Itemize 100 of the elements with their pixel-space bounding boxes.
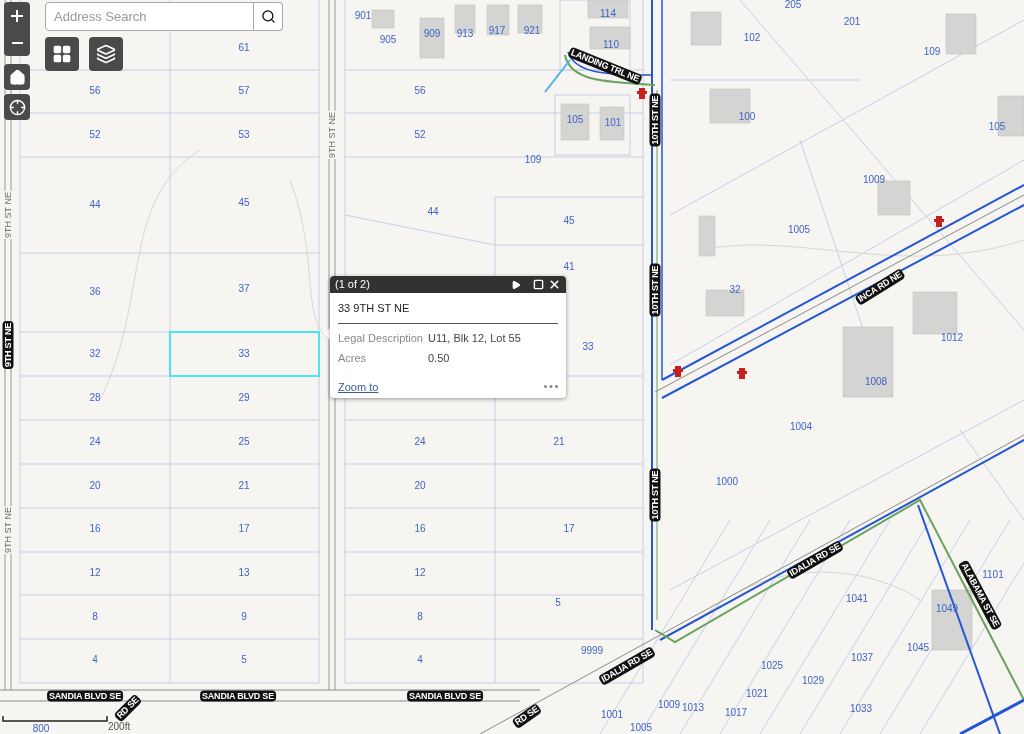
- parcel-label: 109: [923, 47, 941, 57]
- parcel-label: 56: [414, 86, 426, 96]
- parcel-label: 909: [423, 29, 441, 39]
- parcel-label: 1005: [629, 723, 653, 733]
- street-label: SANDIA BLVD SE: [200, 690, 276, 702]
- maximize-icon: [533, 279, 544, 290]
- parcel-label: 1037: [850, 653, 874, 663]
- parcel-label: 16: [414, 524, 426, 534]
- parcel-label: 53: [238, 130, 250, 140]
- parcel-label: 8: [417, 612, 423, 622]
- parcel-label: 37: [238, 284, 250, 294]
- building-footprint: [517, 4, 543, 34]
- maximize-button[interactable]: [533, 279, 544, 290]
- parcel-label: 45: [238, 198, 250, 208]
- street-label: 10TH ST NE: [649, 93, 661, 147]
- building-footprint: [690, 11, 722, 46]
- street-label: 9TH ST NE: [327, 111, 337, 159]
- close-icon: [548, 278, 561, 291]
- parcel-label: 1012: [940, 333, 964, 343]
- home-icon: [8, 68, 26, 86]
- parcel-label: 201: [843, 17, 861, 27]
- parcel-label: 1000: [715, 477, 739, 487]
- field-label: Acres: [338, 351, 368, 366]
- parcel-label: 109: [524, 155, 542, 165]
- parcel-label: 105: [566, 115, 584, 125]
- parcel-label: 25: [238, 437, 250, 447]
- street-label: 10TH ST NE: [649, 263, 661, 317]
- scale-bar-icon: [2, 715, 108, 722]
- minus-icon: [11, 41, 23, 44]
- parcel-label: 1025: [760, 661, 784, 671]
- parcel-label: 1004: [789, 422, 813, 432]
- field-value: 0.50: [428, 351, 451, 366]
- parcel-label: 1009: [657, 700, 681, 710]
- parcel-label: 24: [414, 437, 426, 447]
- close-button[interactable]: [548, 278, 561, 291]
- basemap-button[interactable]: [45, 37, 79, 71]
- field-value: U11, Blk 12, Lot 55: [428, 330, 522, 346]
- building-footprint: [371, 9, 395, 29]
- building-footprint: [599, 106, 625, 141]
- next-button[interactable]: [511, 279, 521, 290]
- parcel-label: 52: [414, 130, 426, 140]
- locate-icon: [8, 98, 26, 116]
- parcel-label: 45: [563, 216, 575, 226]
- parcel-label: 20: [89, 481, 101, 491]
- parcel-label: 1033: [849, 704, 873, 714]
- parcel-label: 1017: [724, 708, 748, 718]
- parcel-label: 917: [488, 26, 506, 36]
- parcel-label: 12: [414, 568, 426, 578]
- street-label: INCA RD NE: [854, 268, 906, 306]
- parcel-label: 901: [354, 11, 372, 21]
- search-icon: [260, 9, 276, 24]
- parcel-label: 57: [238, 86, 250, 96]
- building-footprint: [589, 26, 631, 50]
- search-field[interactable]: Address Search: [45, 2, 254, 31]
- parcel-label: 33: [582, 342, 594, 352]
- parcel-label: 921: [523, 26, 541, 36]
- field-label: Legal Description: [338, 330, 424, 346]
- parcel-label: 44: [89, 200, 101, 210]
- more-icon: [544, 385, 558, 389]
- popup-counter: (1 of 2): [335, 279, 371, 290]
- parcel-label: 1021: [745, 689, 769, 699]
- parcel-label: 61: [238, 43, 250, 53]
- parcel-label: 17: [238, 524, 250, 534]
- parcel-label: 44: [427, 207, 439, 217]
- building-footprint: [698, 215, 716, 257]
- parcel-label: 32: [89, 349, 101, 359]
- locate-button[interactable]: [4, 94, 30, 120]
- parcel-label: 1008: [864, 377, 888, 387]
- parcel-label: 9: [241, 612, 247, 622]
- hydrant-icon: [673, 366, 683, 377]
- parcel-label: 21: [238, 481, 250, 491]
- street-label: 10TH ST NE: [649, 468, 661, 522]
- street-label: SANDIA BLVD SE: [407, 690, 483, 702]
- parcel-label: 29: [238, 393, 250, 403]
- building-footprint: [945, 13, 977, 55]
- street-label: SANDIA BLVD SE: [47, 690, 123, 702]
- street-label: RD SE: [511, 702, 543, 730]
- layers-button[interactable]: [89, 37, 123, 71]
- parcel-label: 52: [89, 130, 101, 140]
- search-button[interactable]: [254, 2, 283, 31]
- parcel-label: 20: [414, 481, 426, 491]
- plus-icon: [11, 9, 23, 22]
- parcel-label: 105: [988, 122, 1006, 132]
- parcel-label: 56: [89, 86, 101, 96]
- parcel-label: 1001: [600, 710, 624, 720]
- parcel-label: 1029: [801, 676, 825, 686]
- popup-title: 33 9TH ST NE: [338, 300, 558, 324]
- parcel-label: 13: [238, 568, 250, 578]
- scale-label: 200ft: [108, 722, 131, 732]
- next-icon: [511, 279, 521, 290]
- parcel-label: 1045: [906, 643, 930, 653]
- building-footprint: [587, 0, 629, 19]
- parcel-label: 905: [379, 35, 397, 45]
- layers-icon: [96, 44, 116, 64]
- parcel-label: 24: [89, 437, 101, 447]
- building-footprint: [842, 326, 894, 398]
- zoom-to-link[interactable]: Zoom to: [338, 378, 379, 395]
- parcel-label: 12: [89, 568, 101, 578]
- home-button[interactable]: [4, 64, 30, 90]
- parcel-label: 100: [738, 112, 756, 122]
